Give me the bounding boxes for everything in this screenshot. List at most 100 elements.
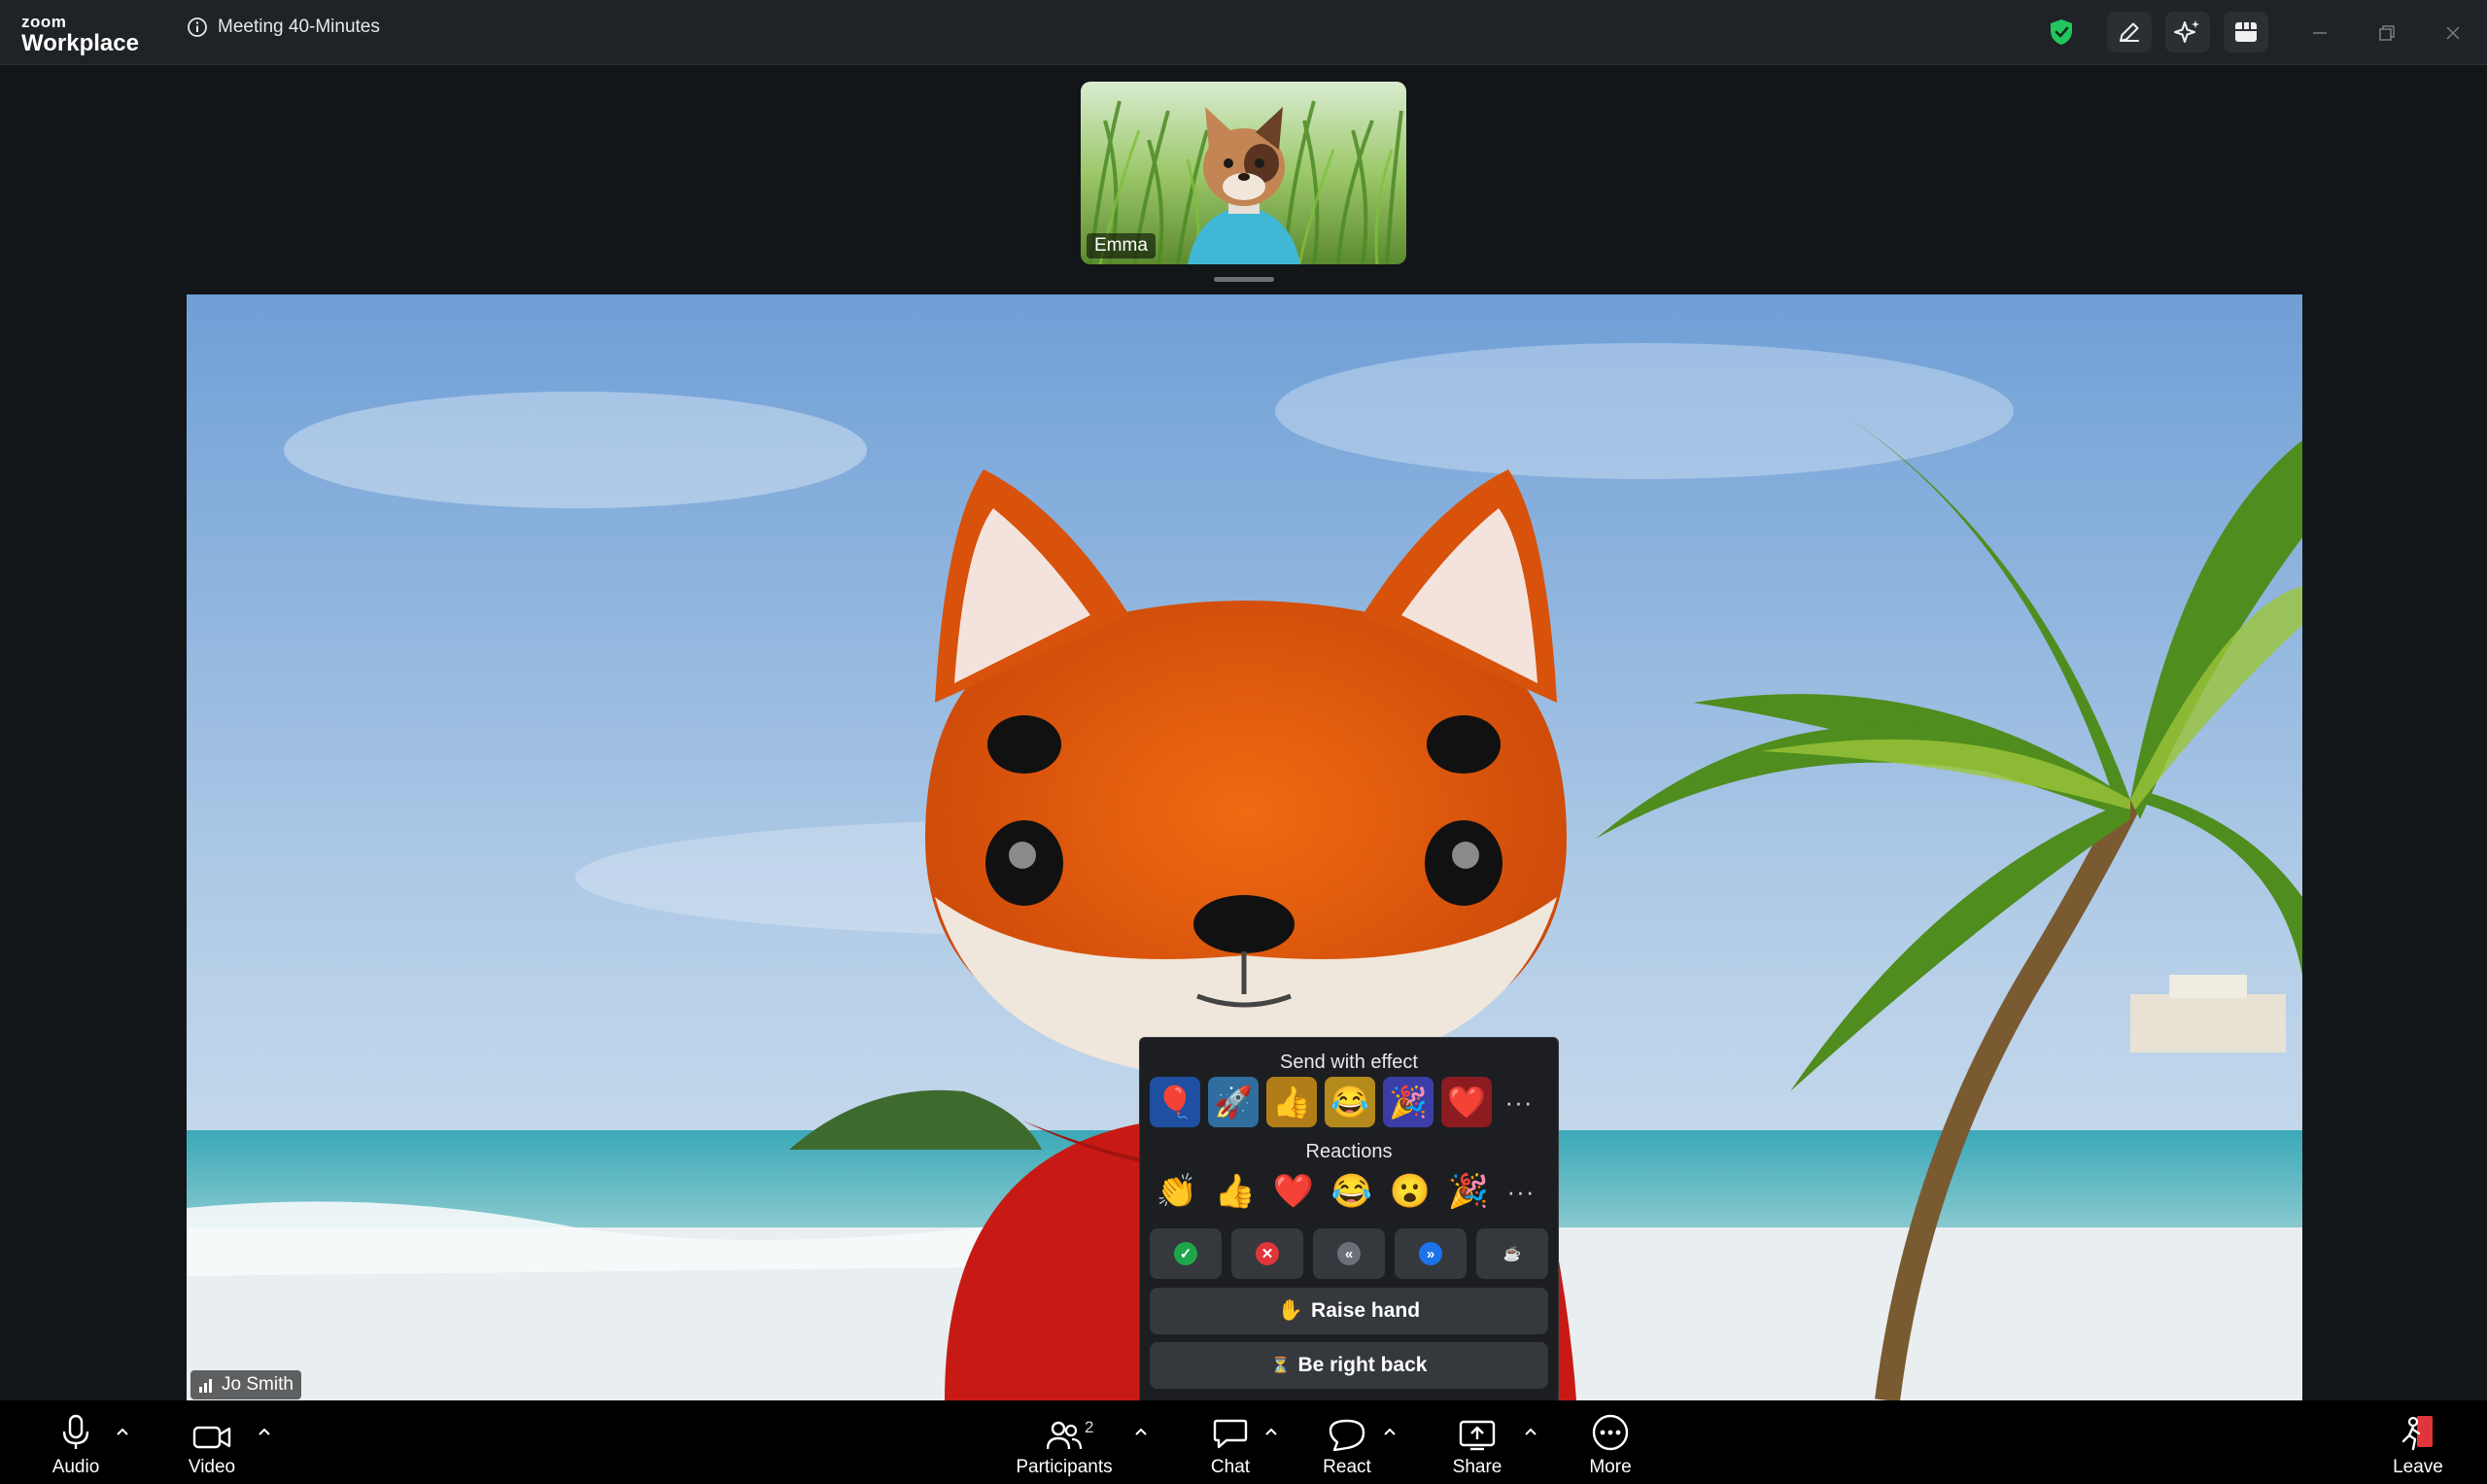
restore-icon [2379,25,2395,41]
chat-bubble-icon [1213,1419,1248,1449]
minimize-icon [2313,32,2327,34]
more-effects-button[interactable]: ··· [1500,1077,1538,1127]
close-window-button[interactable] [2435,16,2470,51]
effect-balloon-button[interactable]: 🎈 [1150,1077,1200,1127]
reaction-surprised-button[interactable]: 😮 [1385,1166,1435,1217]
ai-companion-sparkle-icon [2174,20,2199,43]
meeting-info-button[interactable]: Meeting 40-Minutes [187,17,380,38]
feedback-no-button[interactable]: ✕ [1231,1228,1303,1279]
effect-party-button[interactable]: 🎉 [1383,1077,1433,1127]
react-options-caret[interactable] [1380,1422,1399,1441]
chat-options-caret[interactable] [1261,1422,1281,1441]
effect-heart-button[interactable]: ❤️ [1441,1077,1492,1127]
more-button[interactable]: More [1581,1412,1640,1478]
reaction-laugh-button[interactable]: 😂 [1327,1166,1377,1217]
close-icon [2446,26,2460,40]
balloon-icon: 🎈 [1156,1085,1194,1120]
chat-button[interactable]: Chat [1201,1412,1260,1478]
react-heart-bubble-icon [1329,1419,1365,1451]
share-options-caret[interactable] [1521,1422,1540,1441]
participants-options-caret[interactable] [1131,1422,1151,1441]
participants-button[interactable]: Participants [1011,1412,1118,1478]
party-icon: 🎉 [1447,1173,1490,1210]
annotate-pencil-icon [2120,22,2139,42]
main-participant-name: Jo Smith [222,1374,294,1395]
video-options-caret[interactable] [255,1422,274,1441]
heart-effect-icon: ❤️ [1447,1085,1486,1120]
restore-button[interactable] [2369,16,2404,51]
effect-rocket-button[interactable]: 🚀 [1208,1077,1259,1127]
participants-count: 2 [1085,1418,1094,1436]
chevron-up-icon [259,1428,270,1435]
signal-strength-icon [199,1379,212,1393]
feedback-slow-down-button[interactable]: « [1313,1228,1385,1279]
audio-button[interactable]: Audio [49,1412,103,1478]
participant-thumbnail-emma[interactable]: Emma [1081,82,1406,264]
thumbnail-participant-name: Emma [1087,233,1156,259]
security-shield-icon [2051,19,2072,45]
video-label: Video [188,1457,236,1477]
title-bar: zoom Workplace Meeting 40-Minutes [0,0,2487,65]
react-button[interactable]: React [1318,1412,1376,1478]
more-label: More [1589,1457,1632,1477]
apps-button[interactable] [2224,12,2268,52]
yes-check-icon: ✓ [1174,1242,1197,1265]
feedback-coffee-button[interactable]: ☕ [1476,1228,1548,1279]
chevron-up-icon [1265,1428,1277,1435]
reaction-party-button[interactable]: 🎉 [1443,1166,1494,1217]
apps-icon [2235,22,2257,42]
chevron-up-icon [1135,1428,1147,1435]
meeting-title: Meeting 40-Minutes [218,17,380,37]
send-with-effect-heading: Send with effect [1280,1052,1418,1073]
share-label: Share [1452,1457,1503,1477]
leave-button[interactable]: Leave [2391,1412,2445,1478]
be-right-back-label: Be right back [1297,1354,1428,1376]
raise-hand-label: Raise hand [1311,1299,1421,1322]
nonverbal-feedback-row: ✓ ✕ « » ☕ [1150,1228,1548,1279]
react-label: React [1323,1457,1371,1477]
microphone-icon [62,1414,89,1449]
raise-hand-icon: ✋ [1277,1299,1304,1322]
more-dots-icon: ··· [1506,1176,1536,1206]
minimize-button[interactable] [2302,16,2337,51]
more-reactions-button[interactable]: ··· [1502,1166,1540,1217]
be-right-back-button[interactable]: ⏳ Be right back [1150,1342,1548,1389]
hourglass-icon: ⏳ [1270,1358,1291,1374]
more-icon [1592,1414,1629,1451]
no-x-icon: ✕ [1256,1242,1279,1265]
reaction-clap-button[interactable]: 👏 [1152,1166,1202,1217]
more-dots-icon: ··· [1504,1087,1534,1117]
thumbnail-drag-handle[interactable] [1214,277,1274,282]
share-screen-icon [1459,1420,1496,1451]
effect-laugh-button[interactable]: 😂 [1325,1077,1375,1127]
laugh-icon: 😂 [1330,1173,1373,1210]
encryption-shield-button[interactable] [2039,12,2084,52]
participants-icon [1047,1421,1082,1450]
leave-label: Leave [2393,1457,2443,1477]
laugh-effect-icon: 😂 [1330,1085,1369,1120]
meeting-toolbar: Audio Video Participants 2 Chat React Sh… [0,1400,2487,1484]
reaction-thumbs-up-button[interactable]: 👍 [1210,1166,1261,1217]
chevron-up-icon [1384,1428,1396,1435]
slow-down-icon: « [1337,1242,1361,1265]
rocket-icon: 🚀 [1214,1085,1253,1120]
raise-hand-button[interactable]: ✋ Raise hand [1150,1288,1548,1334]
heart-icon: ❤️ [1272,1173,1315,1210]
party-effect-icon: 🎉 [1389,1085,1428,1120]
reaction-heart-button[interactable]: ❤️ [1268,1166,1319,1217]
share-button[interactable]: Share [1448,1412,1506,1478]
feedback-yes-button[interactable]: ✓ [1150,1228,1222,1279]
feedback-speed-up-button[interactable]: » [1395,1228,1467,1279]
reactions-heading: Reactions [1305,1141,1393,1162]
coffee-icon: ☕ [1501,1242,1524,1265]
zoom-workplace-logo: zoom Workplace [21,14,139,55]
effect-reactions-row: 🎈 🚀 👍 😂 🎉 ❤️ ··· [1150,1077,1538,1127]
reactions-row: 👏 👍 ❤️ 😂 😮 🎉 ··· [1152,1166,1540,1217]
effect-thumbs-up-button[interactable]: 👍 [1266,1077,1317,1127]
annotate-button[interactable] [2107,12,2152,52]
audio-options-caret[interactable] [113,1422,132,1441]
chat-label: Chat [1210,1457,1251,1477]
ai-companion-button[interactable] [2165,12,2210,52]
video-button[interactable]: Video [185,1412,239,1478]
speed-up-icon: » [1419,1242,1442,1265]
